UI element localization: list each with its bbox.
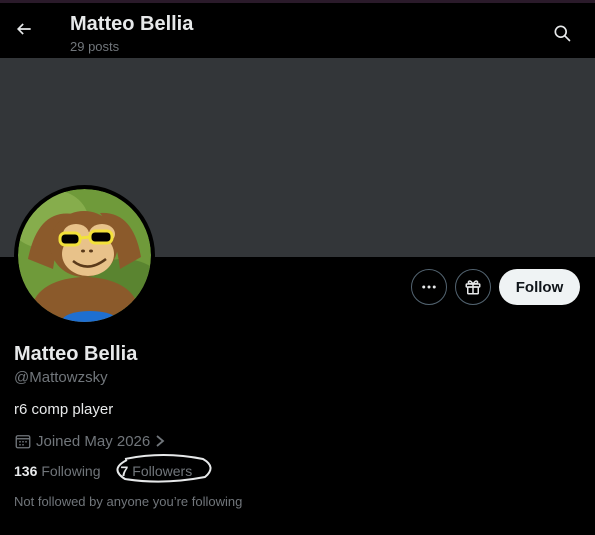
header-title: Matteo Bellia <box>70 13 194 35</box>
search-icon <box>554 25 571 42</box>
following-label: Following <box>41 463 101 479</box>
joined-text: Joined May 2026 <box>36 432 151 450</box>
following-link[interactable]: 136 Following <box>14 463 101 479</box>
profile-header: Matteo Bellia 29 posts <box>0 3 595 58</box>
post-count: 29 posts <box>70 39 120 54</box>
not-followed-notice: Not followed by anyone you’re following <box>14 494 243 509</box>
calendar-icon <box>14 432 32 450</box>
profile-name: Matteo Bellia <box>14 343 138 365</box>
gift-icon <box>465 280 481 295</box>
follow-button[interactable]: Follow <box>499 269 580 305</box>
followers-label: Followers <box>132 463 193 479</box>
avatar[interactable] <box>14 185 155 326</box>
more-options-button[interactable] <box>411 269 447 305</box>
more-dots-icon <box>422 285 436 289</box>
back-button[interactable] <box>8 13 40 45</box>
chevron-right-icon <box>154 434 166 448</box>
gift-button[interactable] <box>455 269 491 305</box>
search-button[interactable] <box>546 17 578 49</box>
joined-date[interactable]: Joined May 2026 <box>14 432 166 450</box>
arrow-left-icon <box>16 23 31 35</box>
following-count: 136 <box>14 463 38 479</box>
avatar-image <box>18 189 151 322</box>
profile-bio: r6 comp player <box>14 401 114 418</box>
follow-stats: 136 Following 7 Followers <box>14 454 211 483</box>
followers-count: 7 <box>120 463 129 479</box>
profile-handle: @Mattowzsky <box>14 369 108 386</box>
followers-link[interactable]: 7 Followers <box>116 454 211 483</box>
